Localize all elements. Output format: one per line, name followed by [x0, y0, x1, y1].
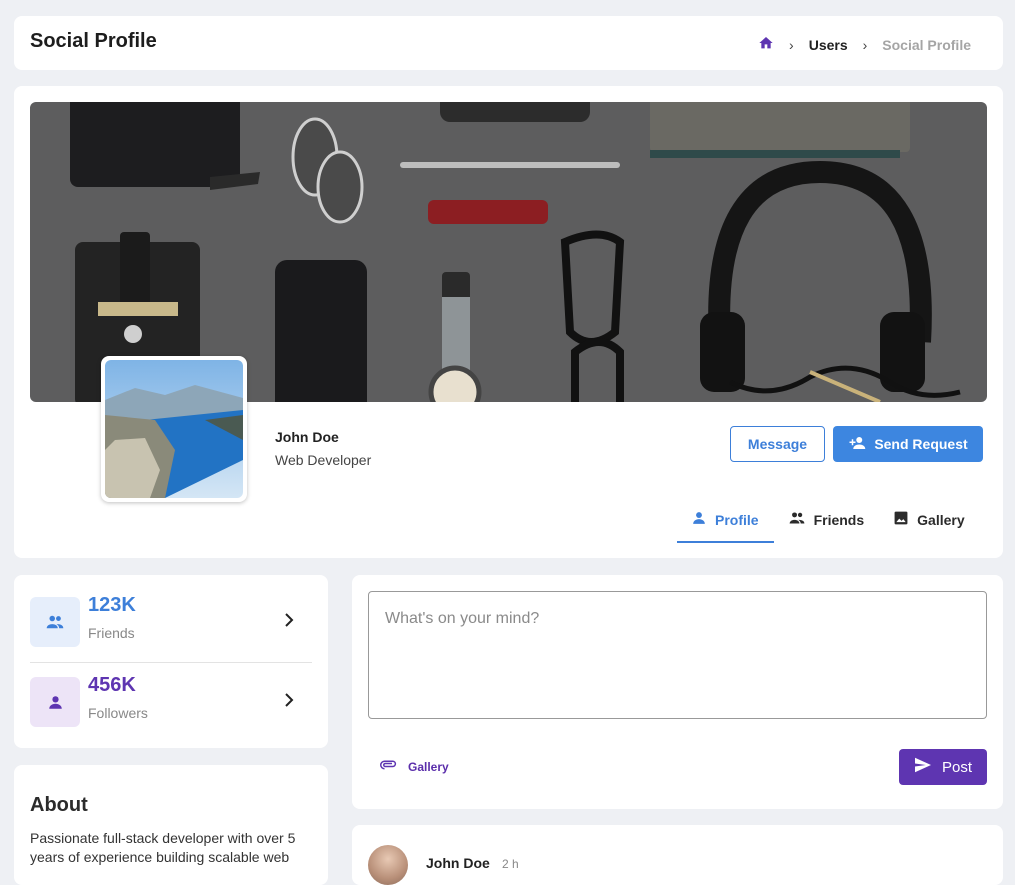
tab-label: Friends [813, 511, 865, 528]
attachment-icon [380, 759, 398, 774]
avatar[interactable] [368, 845, 408, 885]
message-button[interactable]: Message [730, 426, 825, 462]
post-button[interactable]: Post [899, 749, 987, 785]
people-icon [30, 597, 80, 647]
stat-label: Followers [88, 705, 148, 721]
attach-gallery-button[interactable]: Gallery [380, 759, 449, 774]
user-role: Web Developer [275, 452, 372, 468]
post-time: 2 h [502, 857, 519, 871]
chevron-right-icon: › [862, 36, 868, 53]
tab-label: Gallery [917, 511, 965, 528]
divider [30, 662, 312, 663]
tab-friends[interactable]: Friends [774, 498, 880, 541]
person-add-icon [848, 434, 866, 455]
person-icon [692, 511, 706, 528]
stat-friends[interactable]: 123K Friends [30, 594, 312, 647]
chevron-right-icon[interactable] [284, 613, 294, 632]
feed-post: John Doe 2 h [352, 825, 1003, 885]
stats-card: 123K Friends 456K Followers [14, 575, 328, 748]
post-label: Post [941, 758, 972, 776]
stat-value: 123K [88, 594, 136, 616]
send-request-button[interactable]: Send Request [833, 426, 983, 462]
avatar[interactable] [101, 356, 247, 502]
profile-tabs: Profile Friends Gallery [677, 498, 980, 543]
about-text: Passionate full-stack developer with ove… [30, 830, 296, 865]
tab-gallery[interactable]: Gallery [879, 498, 979, 541]
page-header: Social Profile › Users › Social Profile [14, 16, 1003, 70]
stat-label: Friends [88, 625, 135, 641]
send-icon [914, 757, 932, 777]
stat-followers[interactable]: 456K Followers [30, 674, 312, 727]
breadcrumb: › Users › Social Profile [758, 35, 971, 54]
post-composer: What's on your mind? Gallery Post [352, 575, 1003, 809]
send-request-label: Send Request [874, 436, 968, 452]
image-icon [894, 511, 908, 528]
breadcrumb-users[interactable]: Users [809, 37, 848, 53]
stat-value: 456K [88, 674, 136, 696]
about-card: About Passionate full-stack developer wi… [14, 765, 328, 885]
people-icon [789, 511, 805, 528]
about-title: About [30, 794, 88, 816]
profile-card: John Doe Web Developer Message Send Requ… [14, 86, 1003, 558]
tab-label: Profile [715, 511, 759, 528]
person-icon [30, 677, 80, 727]
post-author[interactable]: John Doe [426, 855, 490, 871]
breadcrumb-current: Social Profile [882, 36, 971, 53]
post-input-placeholder: What's on your mind? [385, 610, 540, 627]
user-name: John Doe [275, 429, 339, 445]
attach-label: Gallery [408, 759, 449, 774]
page-title: Social Profile [30, 30, 157, 52]
home-icon[interactable] [758, 35, 774, 54]
chevron-right-icon[interactable] [284, 693, 294, 712]
chevron-right-icon: › [789, 36, 794, 53]
tab-profile[interactable]: Profile [677, 498, 774, 543]
post-input[interactable]: What's on your mind? [368, 591, 987, 719]
